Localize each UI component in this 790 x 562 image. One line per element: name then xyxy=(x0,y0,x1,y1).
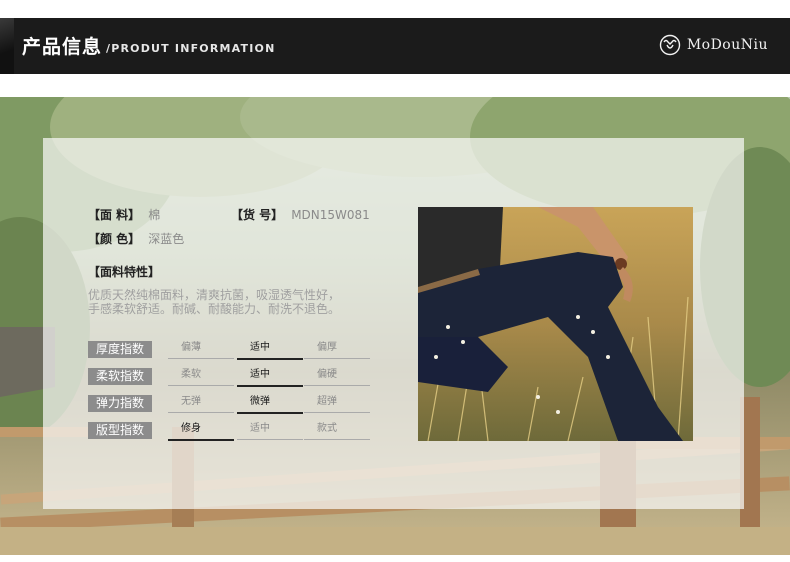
header-corner-accent xyxy=(0,18,14,74)
spec-color-value: 深蓝色 xyxy=(148,232,185,246)
jeans-model-illustration xyxy=(418,207,693,441)
spec-color-label: 【颜 色】 xyxy=(88,232,141,246)
section-title-en: /PRODUT INFORMATION xyxy=(106,42,276,55)
spec-item-number: 【货 号】 MDN15W081 xyxy=(231,206,370,223)
index-label: 版型指数 xyxy=(88,422,152,439)
index-option-selected: 适中 xyxy=(237,368,303,387)
product-photo xyxy=(418,207,693,441)
brand-name: MoDouNiu xyxy=(686,37,768,53)
bull-logo-icon xyxy=(659,34,681,56)
brand-logo[interactable]: MoDouNiu xyxy=(659,34,768,56)
index-row-softness: 柔软指数 柔软 适中 偏硬 xyxy=(88,368,370,387)
feature-line-1: 优质天然纯棉面料，清爽抗菌，吸湿透气性好， xyxy=(88,288,341,302)
feature-title: 【面料特性】 xyxy=(88,265,161,279)
spec-fabric-label: 【面 料】 xyxy=(88,208,141,222)
index-option: 偏厚 xyxy=(304,341,370,359)
index-row-fit: 版型指数 修身 适中 款式 xyxy=(88,422,370,441)
spec-color: 【颜 色】 深蓝色 xyxy=(88,230,184,247)
index-row-elasticity: 弹力指数 无弹 微弹 超弹 xyxy=(88,395,370,414)
index-option: 无弹 xyxy=(168,395,234,413)
index-option: 柔软 xyxy=(168,368,234,386)
section-title-cn: 产品信息 xyxy=(22,36,103,58)
index-option: 超弹 xyxy=(304,395,370,413)
spec-fabric: 【面 料】 棉 xyxy=(88,206,160,223)
index-option: 款式 xyxy=(304,422,370,440)
feature-description: 优质天然纯棉面料，清爽抗菌，吸湿透气性好， 手感柔软舒适。耐碱、耐酸能力、耐洗不… xyxy=(88,288,378,316)
feature-line-2: 手感柔软舒适。耐碱、耐酸能力、耐洗不退色。 xyxy=(88,302,341,316)
spec-fabric-value: 棉 xyxy=(148,208,161,222)
index-option-selected: 适中 xyxy=(237,341,303,360)
spec-item-number-label: 【货 号】 xyxy=(231,208,284,222)
index-label: 弹力指数 xyxy=(88,395,152,412)
header-bar: 产品信息 /PRODUT INFORMATION MoDouNiu xyxy=(0,18,790,74)
index-option: 适中 xyxy=(237,422,303,440)
index-option-selected: 微弹 xyxy=(237,395,303,414)
index-label: 厚度指数 xyxy=(88,341,152,358)
index-label: 柔软指数 xyxy=(88,368,152,385)
index-option-selected: 修身 xyxy=(168,422,234,441)
spec-item-number-value: MDN15W081 xyxy=(291,208,370,222)
index-row-thickness: 厚度指数 偏薄 适中 偏厚 xyxy=(88,341,370,360)
index-option: 偏薄 xyxy=(168,341,234,359)
index-option: 偏硬 xyxy=(304,368,370,386)
